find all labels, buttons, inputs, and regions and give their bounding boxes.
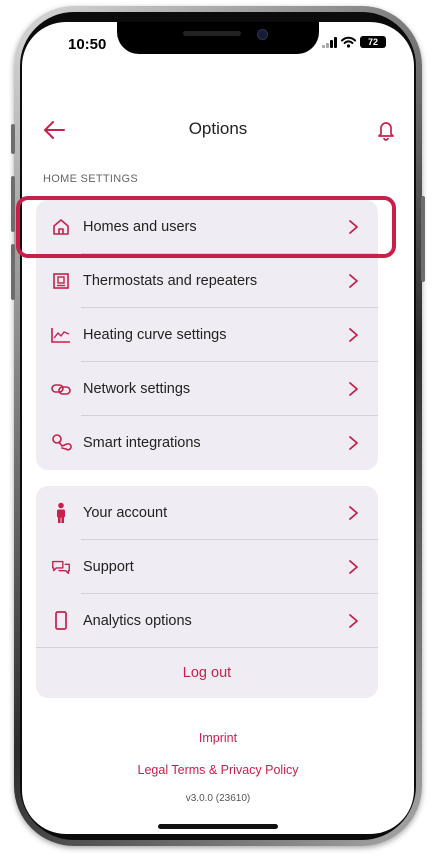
menu-item-support[interactable]: Support [36, 540, 378, 594]
chevron-right-icon [349, 506, 358, 520]
integration-icon [50, 432, 72, 454]
volume-up-button [11, 176, 15, 232]
silent-switch [11, 124, 15, 154]
menu-item-homes-and-users[interactable]: Homes and users [36, 200, 378, 254]
home-indicator [158, 824, 278, 829]
header: Options [22, 102, 414, 158]
thermostat-icon [50, 270, 72, 292]
page-title: Options [188, 119, 248, 138]
menu-item-thermostats-and-repeaters[interactable]: Thermostats and repeaters [36, 254, 378, 308]
status-icons: 72 [322, 36, 386, 48]
signal-icon [322, 36, 337, 48]
menu-item-label: Smart integrations [83, 435, 201, 451]
chevron-right-icon [349, 436, 358, 450]
chevron-right-icon [349, 560, 358, 574]
version-label: v3.0.0 (23610) [185, 793, 251, 804]
menu-item-smart-integrations[interactable]: Smart integrations [36, 416, 378, 470]
legal-terms-link[interactable]: Legal Terms & Privacy Policy [0, 763, 436, 777]
menu-item-label: Heating curve settings [83, 327, 227, 343]
menu-item-heating-curve-settings[interactable]: Heating curve settings [36, 308, 378, 362]
person-icon [50, 502, 72, 524]
status-time: 10:50 [68, 36, 107, 53]
menu-item-your-account[interactable]: Your account [36, 486, 378, 540]
chevron-right-icon [349, 382, 358, 396]
chevron-right-icon [349, 328, 358, 342]
logout-label: Log out [182, 665, 232, 681]
wifi-icon [341, 36, 356, 48]
menu-item-label: Thermostats and repeaters [83, 273, 258, 289]
imprint-link[interactable]: Imprint [0, 731, 436, 745]
menu-item-network-settings[interactable]: Network settings [36, 362, 378, 416]
section-label-home-settings: HOME SETTINGS [43, 173, 138, 185]
house-icon [50, 216, 72, 238]
chevron-right-icon [349, 220, 358, 234]
bell-icon[interactable] [376, 119, 396, 141]
phone-icon [50, 610, 72, 632]
menu-item-label: Your account [83, 505, 168, 521]
front-camera [257, 29, 268, 40]
menu-item-label: Support [83, 559, 134, 575]
menu-item-analytics-options[interactable]: Analytics options [36, 594, 378, 648]
volume-down-button [11, 244, 15, 300]
chart-line-icon [50, 324, 72, 346]
chevron-right-icon [349, 614, 358, 628]
link-icon [50, 378, 72, 400]
menu-item-label: Analytics options [83, 613, 192, 629]
chat-bubbles-icon [50, 556, 72, 578]
home-settings-card: Homes and users Thermostats and repeater… [36, 200, 378, 470]
menu-item-label: Homes and users [83, 219, 197, 235]
account-settings-card: Your account Support Analytics options L… [36, 486, 378, 698]
menu-item-label: Network settings [83, 381, 191, 397]
power-button [421, 196, 425, 282]
notch [117, 22, 319, 54]
battery-icon: 72 [360, 36, 386, 48]
chevron-right-icon [349, 274, 358, 288]
speaker [183, 31, 241, 36]
logout-button[interactable]: Log out [36, 648, 378, 698]
